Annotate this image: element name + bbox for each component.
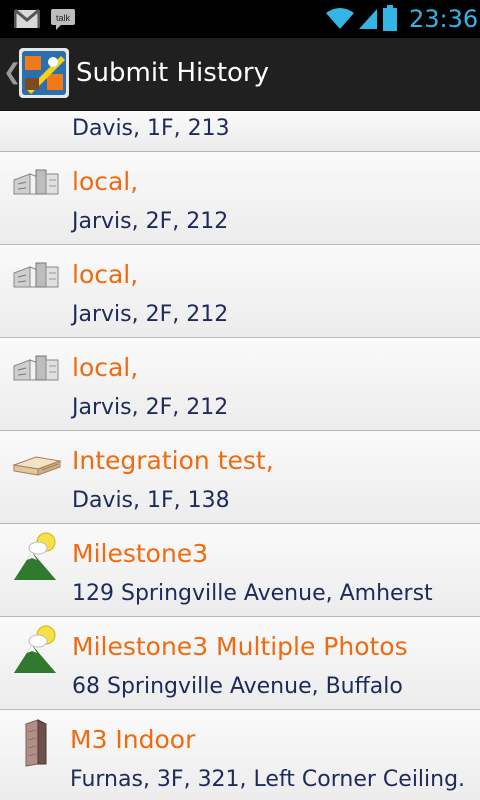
item-title: Milestone3 Multiple Photos: [72, 632, 408, 661]
talk-icon: talk: [50, 7, 76, 31]
list-item[interactable]: Davis, 1F, 213: [0, 111, 480, 152]
list-item[interactable]: local, Jarvis, 2F, 212: [0, 152, 480, 245]
submit-history-list[interactable]: Davis, 1F, 213 local, Jarvis, 2F, 212 lo…: [0, 111, 480, 800]
signal-icon: [357, 7, 379, 31]
svg-text:talk: talk: [56, 13, 71, 23]
item-location: Davis, 1F, 213: [72, 116, 230, 141]
item-location: 68 Springville Avenue, Buffalo: [72, 674, 403, 699]
item-location: 129 Springville Avenue, Amherst: [72, 581, 433, 606]
low-building-icon: [12, 439, 62, 489]
item-title: local,: [72, 260, 139, 289]
outdoor-hill-sun-icon: [12, 625, 62, 675]
status-time: 23:36: [409, 5, 479, 33]
tower-building-icon: [12, 718, 62, 768]
battery-icon: [383, 5, 397, 31]
item-title: Milestone3: [72, 539, 209, 568]
building-icon: [12, 253, 62, 303]
list-item[interactable]: Integration test, Davis, 1F, 138: [0, 431, 480, 524]
item-location: Davis, 1F, 138: [72, 488, 230, 513]
item-location: Jarvis, 2F, 212: [72, 395, 229, 420]
wifi-icon: [325, 7, 355, 31]
status-bar: talk 23:36: [0, 0, 480, 38]
outdoor-hill-sun-icon: [12, 532, 62, 582]
action-bar: ❮ Submit History: [0, 38, 480, 111]
list-item[interactable]: Milestone3 Multiple Photos 68 Springvill…: [0, 617, 480, 710]
list-item[interactable]: Milestone3 129 Springville Avenue, Amher…: [0, 524, 480, 617]
building-icon: [12, 346, 62, 396]
item-location: Jarvis, 2F, 212: [72, 302, 229, 327]
list-item[interactable]: local, Jarvis, 2F, 212: [0, 245, 480, 338]
item-title: local,: [72, 353, 139, 382]
item-title: local,: [72, 167, 139, 196]
gmail-icon: [13, 8, 41, 29]
page-title: Submit History: [76, 58, 269, 88]
item-location: Jarvis, 2F, 212: [72, 209, 229, 234]
item-location: Furnas, 3F, 321, Left Corner Ceiling.: [70, 767, 466, 792]
building-icon: [12, 160, 62, 210]
app-logo-icon[interactable]: [19, 48, 69, 98]
item-title: M3 Indoor: [70, 725, 196, 754]
list-item[interactable]: local, Jarvis, 2F, 212: [0, 338, 480, 431]
list-item[interactable]: M3 Indoor Furnas, 3F, 321, Left Corner C…: [0, 710, 480, 800]
item-title: Integration test,: [72, 446, 274, 475]
